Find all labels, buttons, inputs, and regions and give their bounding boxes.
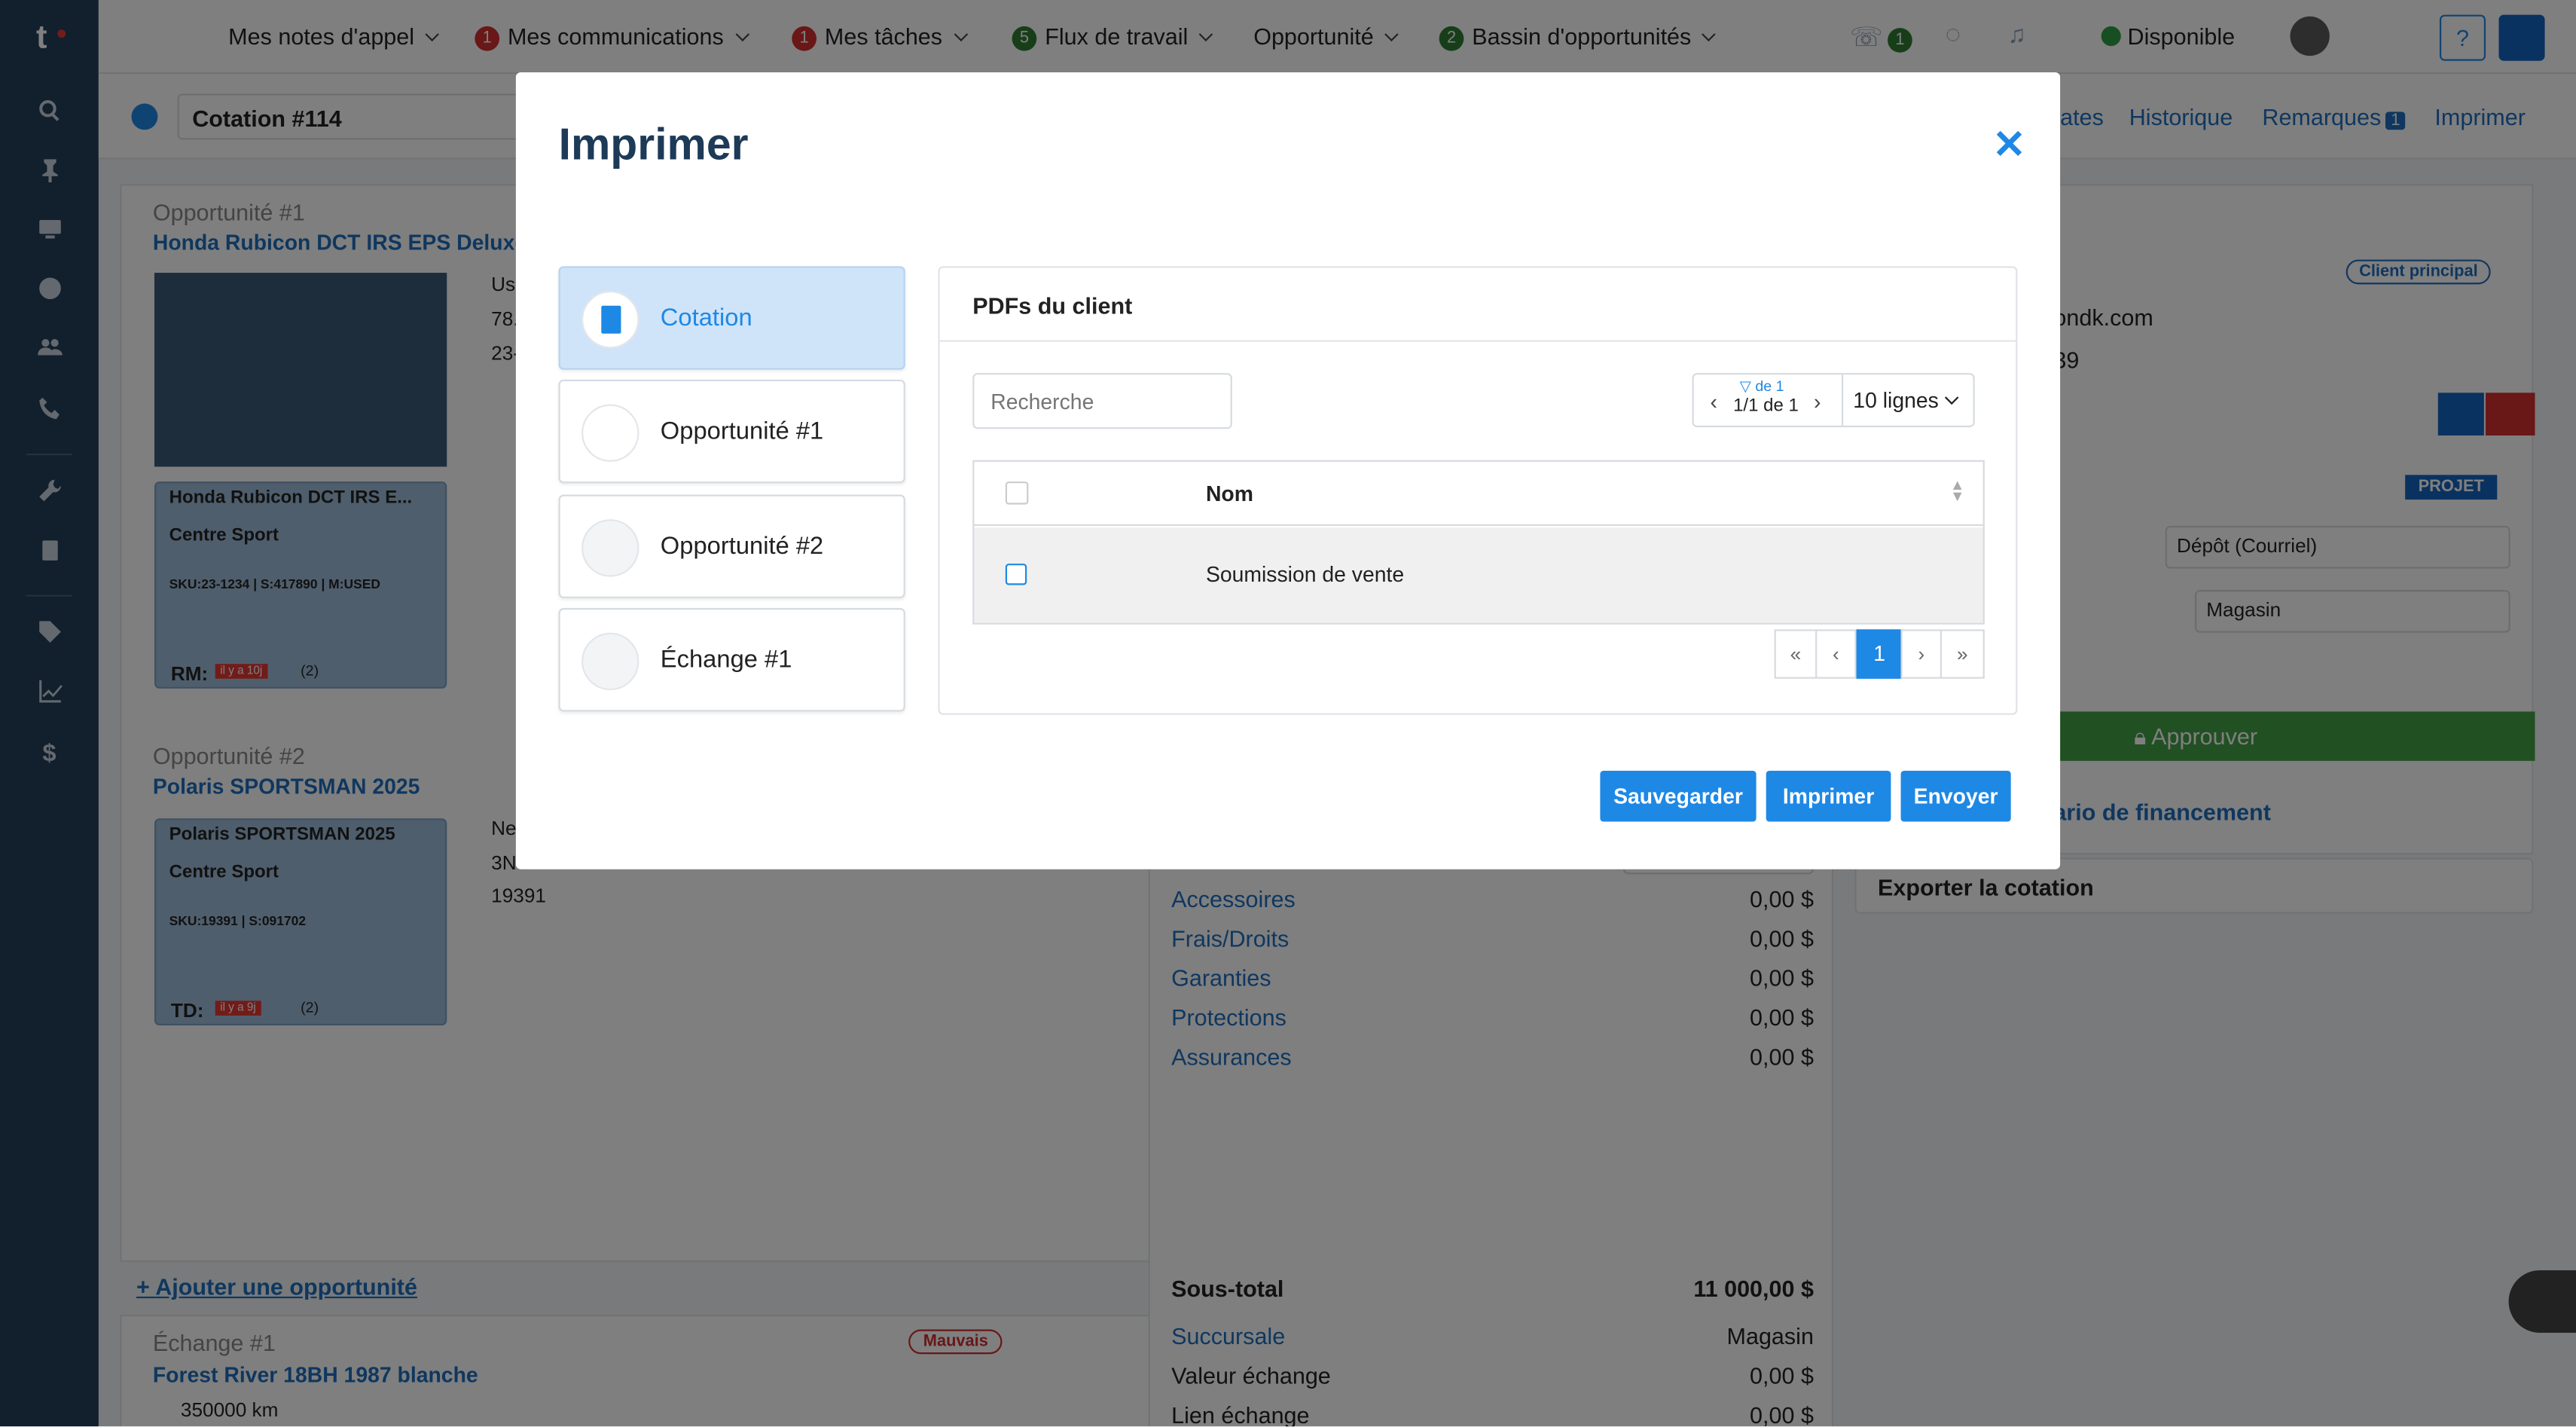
- tab-label: Opportunité #1: [660, 417, 824, 446]
- row-checkbox[interactable]: [1005, 564, 1027, 585]
- tab-label: Cotation: [660, 304, 752, 332]
- page-prev-button[interactable]: ‹: [1815, 629, 1857, 679]
- rows-per-page-select[interactable]: 10 lignes: [1853, 387, 1959, 413]
- tab-opportunity-1[interactable]: Opportunité #1: [558, 379, 905, 484]
- modal-title: Imprimer: [558, 120, 749, 170]
- app-root: t $ Mes notes d'appel 1Mes communication…: [0, 0, 2576, 1427]
- tab-cotation[interactable]: Cotation: [558, 266, 905, 370]
- chevron-left-icon[interactable]: ‹: [1711, 390, 1717, 414]
- print-button[interactable]: Imprimer: [1766, 770, 1891, 822]
- accessibility-widget[interactable]: [2508, 1270, 2576, 1333]
- panel-title: PDFs du client: [939, 268, 2016, 342]
- pdf-name: Soumission de vente: [1205, 561, 1405, 587]
- client-pdfs-panel: PDFs du client ‹ ▽ de 1 1/1 de 1 › 10 li…: [938, 266, 2018, 715]
- page-current-button[interactable]: 1: [1856, 629, 1903, 679]
- camera-icon: [581, 632, 639, 691]
- pager-text: 1/1 de 1: [1733, 396, 1799, 416]
- page-next-button[interactable]: ›: [1900, 629, 1943, 679]
- filter-text: de 1: [1755, 377, 1784, 395]
- column-name-header[interactable]: Nom: [1206, 481, 1253, 506]
- tab-opportunity-2[interactable]: Opportunité #2: [558, 494, 905, 598]
- print-modal: Imprimer ✕ Cotation Opportunité #1 Oppor…: [515, 72, 2061, 869]
- select-all-checkbox[interactable]: [1005, 481, 1029, 505]
- sort-icon[interactable]: ▲ ▼: [1950, 478, 1964, 504]
- tab-label: Échange #1: [660, 646, 792, 674]
- table-row[interactable]: Soumission de vente: [974, 527, 1983, 623]
- receipt-icon: [581, 291, 639, 349]
- rows-label: 10 lignes: [1853, 387, 1939, 413]
- send-button[interactable]: Envoyer: [1900, 770, 2011, 822]
- tab-label: Opportunité #2: [660, 532, 824, 561]
- search-input[interactable]: [972, 373, 1232, 429]
- table-header: Nom ▲ ▼: [974, 462, 1983, 526]
- save-button[interactable]: Sauvegarder: [1600, 770, 1757, 822]
- tab-trade-1[interactable]: Échange #1: [558, 608, 905, 712]
- chevron-right-icon[interactable]: ›: [1814, 390, 1821, 414]
- pdf-table: Nom ▲ ▼ Soumission de vente: [972, 460, 1985, 625]
- page-last-button[interactable]: »: [1940, 629, 1985, 679]
- table-pager: ‹ ▽ de 1 1/1 de 1 › 10 lignes: [1692, 373, 1975, 428]
- close-icon[interactable]: ✕: [1992, 126, 2028, 165]
- broken-image-icon: [581, 404, 639, 462]
- filter-label[interactable]: ▽ de 1: [1740, 378, 1784, 396]
- camera-icon: [581, 519, 639, 577]
- chevron-down-icon: [1945, 390, 1959, 405]
- filter-icon: ▽: [1739, 377, 1756, 395]
- page-first-button[interactable]: «: [1774, 629, 1818, 679]
- pager-divider: [1842, 374, 1844, 426]
